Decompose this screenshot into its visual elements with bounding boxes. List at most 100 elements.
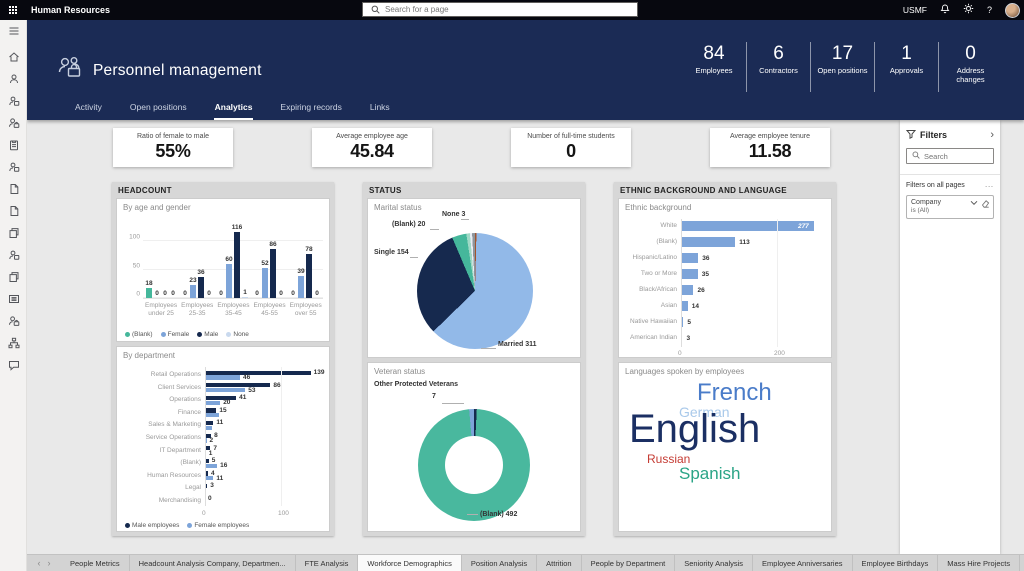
help-icon[interactable]: ? [987,5,992,15]
ethnic-bar[interactable] [681,253,698,263]
male-bar[interactable] [270,249,276,298]
female-bar[interactable] [205,476,213,480]
page-search-input[interactable] [385,5,605,14]
female-bar[interactable] [262,268,268,298]
bar-slot: 1 [242,219,248,298]
compensation-icon[interactable] [0,266,27,288]
report-tab-seniority-analysis[interactable]: Seniority Analysis [675,555,753,571]
ethnic-bar[interactable] [681,237,735,247]
male-bar[interactable] [205,383,270,387]
male-bar[interactable] [205,371,311,375]
report-tab-mass-hire-projects[interactable]: Mass Hire Projects [938,555,1020,571]
report-tab-attrition[interactable]: Attrition [537,555,581,571]
scroll-tabs-left-icon[interactable]: ‹ [38,558,41,568]
female-bar[interactable] [205,413,219,417]
employee-self-service-icon[interactable] [0,68,27,90]
donut-callout-label: Other Protected Veterans [374,381,458,388]
header-stat-employees[interactable]: 84Employees [682,42,746,92]
filter-card-company[interactable]: Company is (All) [906,195,994,219]
workspaces-icon[interactable] [0,222,27,244]
blank-bar[interactable] [146,288,152,298]
tasks-icon[interactable] [0,134,27,156]
ethnic-bar[interactable] [681,269,698,279]
male-bar[interactable] [306,254,312,298]
personnel-management-icon[interactable] [0,90,27,112]
none-bar[interactable] [242,297,248,298]
environment-badge[interactable]: USMF [903,5,927,15]
benefits-icon[interactable] [0,310,27,332]
wordcloud-word-spanish[interactable]: Spanish [679,465,740,482]
tab-expiring-records[interactable]: Expiring records [279,98,342,120]
hamburger-menu-icon[interactable] [0,20,27,42]
female-bar[interactable] [190,285,196,298]
legend-item: (Blank) [125,331,153,338]
female-bar[interactable] [298,276,304,298]
kpi-card-2[interactable]: Average employee age45.84 [312,128,432,167]
veteran-status-donut[interactable] [418,409,530,521]
female-bar[interactable] [205,388,245,392]
male-bar[interactable] [205,396,236,400]
ethnic-bar[interactable] [681,301,688,311]
ethnic-bar[interactable] [681,221,814,231]
wordcloud-word-english[interactable]: English [629,409,760,449]
user-avatar[interactable] [1005,3,1020,18]
report-tab-workforce-demographics[interactable]: Workforce Demographics [358,555,461,571]
header-stat-address-changes[interactable]: 0Address changes [938,42,1002,92]
tab-analytics[interactable]: Analytics [214,98,254,120]
male-value-label: 41 [239,394,246,401]
page-search-box[interactable] [362,2,638,17]
marital-status-pie[interactable] [417,233,533,349]
male-bar[interactable] [205,408,216,412]
male-bar[interactable] [205,421,213,425]
app-launcher-icon[interactable] [9,6,17,14]
kpi-card-4[interactable]: Average employee tenure11.58 [710,128,830,167]
collapse-filters-chevron-icon[interactable]: › [990,131,994,140]
wordcloud-word-french[interactable]: French [697,381,772,405]
document-icon[interactable] [0,178,27,200]
report-tab-fte-analysis[interactable]: FTE Analysis [296,555,359,571]
kpi-card-3[interactable]: Number of full-time students0 [511,128,631,167]
report-tab-people-by-department[interactable]: People by Department [582,555,676,571]
report-tab-people-metrics[interactable]: People Metrics [61,555,130,571]
home-icon[interactable] [0,46,27,68]
filter-search-box[interactable] [906,148,994,164]
team-icon[interactable] [0,244,27,266]
tab-open-positions[interactable]: Open positions [129,98,188,120]
reports-icon[interactable] [0,200,27,222]
department-row: (Blank)516 [117,457,329,469]
settings-gear-icon[interactable] [963,1,974,19]
header-stat-approvals[interactable]: 1Approvals [874,42,938,92]
org-structure-icon[interactable] [0,332,27,354]
report-tab-headcount-analysis-company-departmen[interactable]: Headcount Analysis Company, Departmen... [130,555,296,571]
ethnic-bar[interactable] [681,285,693,295]
stat-value: 84 [682,44,746,64]
tab-activity[interactable]: Activity [74,98,103,120]
report-tab-employee-anniversaries[interactable]: Employee Anniversaries [753,555,852,571]
female-bar[interactable] [205,401,220,405]
female-bar[interactable] [226,264,232,298]
feedback-icon[interactable] [0,354,27,376]
callout-leader-line [481,348,496,349]
chevron-down-icon[interactable] [970,199,978,210]
department-label: Finance [117,409,201,416]
female-bar[interactable] [205,426,212,430]
scroll-tabs-right-icon[interactable]: › [48,558,51,568]
leave-absence-icon[interactable] [0,156,27,178]
female-bar[interactable] [205,464,217,468]
kpi-card-1[interactable]: Ratio of female to male55% [113,128,233,167]
header-stat-open-positions[interactable]: 17Open positions [810,42,874,92]
male-bar[interactable] [234,232,240,298]
header-stat-contractors[interactable]: 6Contractors [746,42,810,92]
list-pages-icon[interactable] [0,288,27,310]
recruitment-icon[interactable] [0,112,27,134]
notifications-bell-icon[interactable] [940,1,950,19]
more-options-icon[interactable]: ... [985,182,994,189]
tab-links[interactable]: Links [369,98,391,120]
clear-filter-eraser-icon[interactable] [981,199,990,210]
report-tab-employee-birthdays[interactable]: Employee Birthdays [853,555,939,571]
male-bar[interactable] [198,277,204,298]
kpi-label: Number of full-time students [511,133,631,140]
filter-search-input[interactable] [924,152,984,161]
report-tab-position-analysis[interactable]: Position Analysis [462,555,537,571]
female-bar[interactable] [205,375,240,379]
